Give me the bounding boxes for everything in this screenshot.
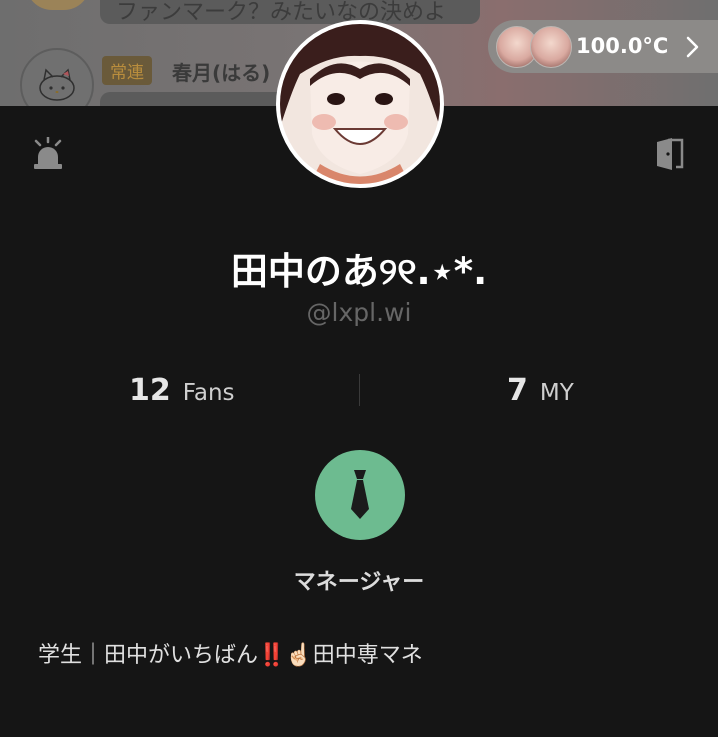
necktie-icon bbox=[351, 470, 369, 519]
stat-divider bbox=[359, 374, 360, 406]
profile-avatar[interactable] bbox=[276, 20, 444, 188]
profile-photo bbox=[280, 24, 440, 184]
fans-count: 12 bbox=[129, 373, 171, 408]
profile-bio: 学生｜田中がいちばん‼️☝🏻田中専マネ bbox=[38, 643, 423, 668]
fans-label: Fans bbox=[182, 380, 235, 406]
temperature-pill[interactable]: 100.0°C bbox=[488, 20, 718, 73]
exit-door-icon[interactable] bbox=[655, 137, 685, 171]
chat-avatar bbox=[20, 48, 94, 106]
chat-avatar-top bbox=[26, 0, 90, 10]
alarm-light-icon[interactable] bbox=[33, 137, 63, 169]
my-count: 7 bbox=[507, 373, 528, 408]
role-badge[interactable] bbox=[315, 450, 405, 540]
profile-handle: @lxpl.wi bbox=[306, 298, 412, 327]
my-stat[interactable]: 7 MY bbox=[507, 373, 574, 408]
cat-face-icon bbox=[39, 68, 75, 101]
chat-message-text: ファンマーク？みたいなの決めよ bbox=[116, 0, 447, 25]
profile-name: 田中のあ୨୧.⋆*. bbox=[230, 250, 488, 293]
member-badge: 常連 bbox=[102, 56, 152, 85]
temperature-avatar bbox=[530, 26, 572, 68]
fans-stat[interactable]: 12 Fans bbox=[129, 373, 235, 408]
temperature-value: 100.0°C bbox=[576, 34, 669, 58]
role-label: マネージャー bbox=[293, 570, 425, 595]
chevron-right-icon bbox=[686, 36, 699, 58]
member-name: 春月(はる) bbox=[172, 61, 271, 85]
my-label: MY bbox=[539, 380, 574, 406]
